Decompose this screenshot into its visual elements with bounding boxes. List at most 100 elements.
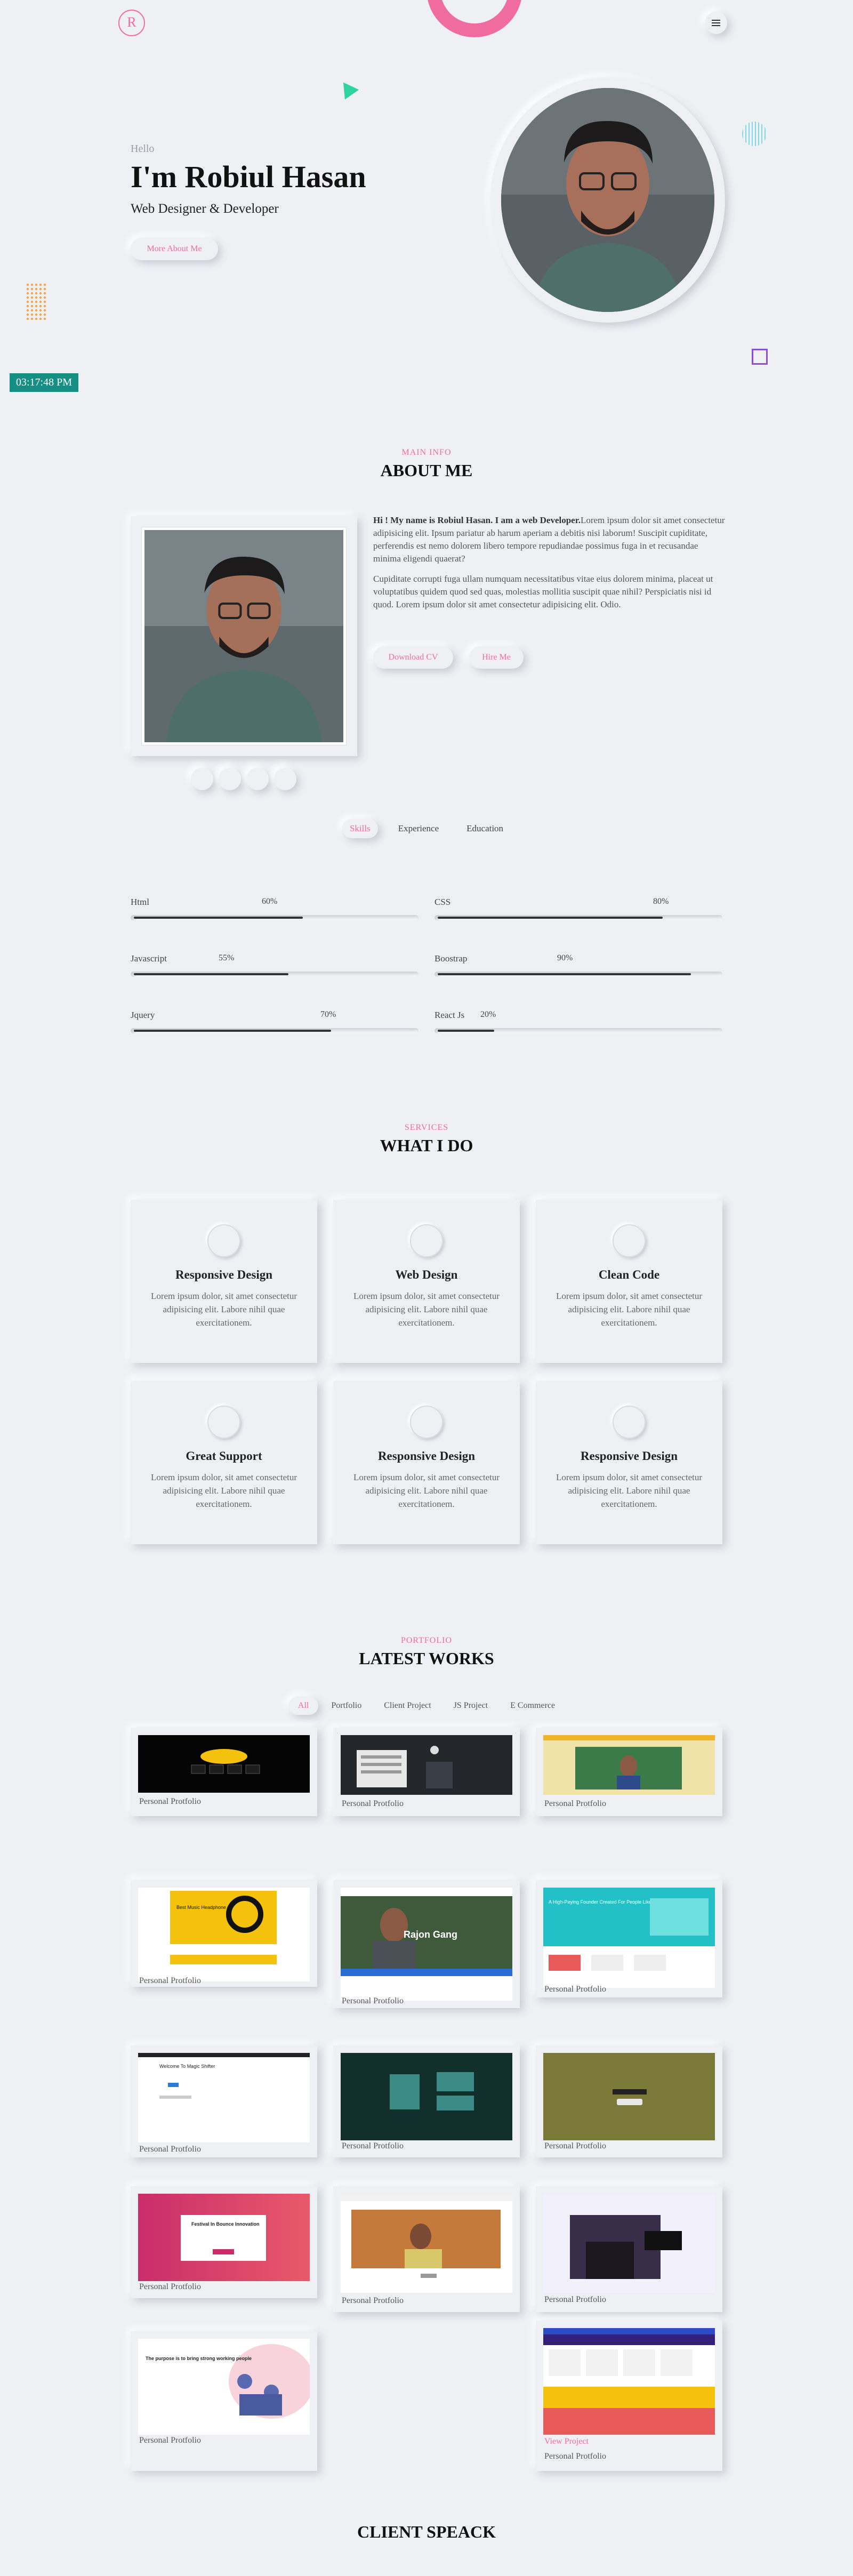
portfolio-caption: Personal Protfolio [544,2141,606,2150]
skill-bar [434,972,722,977]
site-logo[interactable]: R [118,10,145,36]
portfolio-thumbnail [341,1735,512,1795]
hero-name: I'm Robiul Hasan [131,159,366,194]
about-text: Hi ! My name is Robiul Hasan. I am a web… [373,514,725,619]
portfolio-thumbnail: A High-Paying Founder Created For People… [543,1888,715,1988]
portfolio-thumbnail: Welcome To Magic Shifter [138,2053,310,2142]
service-icon [613,1406,646,1439]
portfolio-thumbnail: Festival In Bounce Innovation [138,2194,310,2281]
service-text: Lorem ipsum dolor, sit amet consectetur … [556,1472,703,1509]
skill-percent: 55% [219,953,235,962]
rajon-gang-heading: Rajon Gang [404,1929,457,1940]
clock-badge: 03:17:48 PM [10,373,79,392]
skill-bar-fill [438,973,691,975]
skill-bar-fill [438,917,663,919]
skill-item: Jquery 70% [131,1010,419,1033]
facebook-icon[interactable] [191,768,213,790]
founder-heading: A High-Paying Founder Created For People… [549,1899,661,1905]
filter-client-project[interactable]: Client Project [374,1697,440,1715]
portfolio-title: LATEST WORKS [359,1649,494,1668]
download-cv-button[interactable]: Download CV [373,646,453,669]
hire-me-button[interactable]: Hire Me [469,646,524,669]
portfolio-caption: Personal Protfolio [342,2296,404,2305]
tab-education[interactable]: Education [459,819,511,838]
skill-item: React Js 20% [434,1010,722,1033]
skill-bar [131,1028,419,1033]
hero-greeting: Hello [131,143,155,155]
portfolio-card[interactable]: Personal Protfolio [333,2045,520,2157]
skill-bar-fill [134,917,303,919]
menu-button[interactable] [705,12,727,34]
view-project-link[interactable]: View Project [544,2437,589,2446]
service-icon [207,1224,240,1257]
more-about-me-button[interactable]: More About Me [131,238,218,260]
portfolio-card[interactable]: The purpose is to bring strong working p… [131,2331,317,2471]
portfolio-thumbnail [341,2053,512,2140]
skill-bar [131,915,419,920]
service-text: Lorem ipsum dolor, sit amet consectetur … [353,1472,500,1509]
portfolio-thumbnail [341,2194,512,2293]
filter-js-project[interactable]: JS Project [444,1697,497,1715]
skill-name: Html [131,897,149,907]
portfolio-card[interactable]: Personal Protfolio [333,2186,520,2312]
filter-all[interactable]: All [288,1697,319,1715]
decorative-striped-circle [742,122,767,146]
about-intro-bold: Hi ! My name is Robiul Hasan. I am a web… [373,515,581,525]
portfolio-card[interactable]: A High-Paying Founder Created For People… [536,1880,722,1997]
filter-e-commerce[interactable]: E Commerce [501,1697,565,1715]
services-subtitle: SERVICES [404,1123,449,1132]
portfolio-card[interactable]: Rajon Gang Personal Protfolio [333,1880,520,2008]
service-text: Lorem ipsum dolor, sit amet consectetur … [150,1291,297,1328]
portfolio-caption: Personal Protfolio [544,1799,606,1808]
service-card: Great Support Lorem ipsum dolor, sit amet… [131,1381,317,1544]
portfolio-caption: Personal Protfolio [544,2452,606,2461]
portfolio-card[interactable]: Best Music Headphone Personal Protfolio [131,1880,317,1987]
twitter-icon[interactable] [219,768,241,790]
service-icon [613,1224,646,1257]
tab-experience[interactable]: Experience [391,819,446,838]
portfolio-caption: Personal Protfolio [544,2295,606,2304]
portfolio-card[interactable]: Welcome To Magic Shifter Personal Protfo… [131,2045,317,2157]
portfolio-card[interactable]: Personal Protfolio [333,1728,520,1816]
decorative-ring [426,0,522,37]
decorative-square [752,349,768,365]
portfolio-card[interactable]: Personal Protfolio [131,1728,317,1816]
skill-percent: 70% [320,1010,336,1019]
tab-skills[interactable]: Skills [342,819,378,838]
festival-heading: Festival In Bounce Innovation [191,2221,260,2227]
service-title: Clean Code [598,1268,660,1281]
about-paragraph: Cupiditate corrupti fuga ullam numquam n… [373,574,713,609]
portfolio-subtitle: PORTFOLIO [400,1636,453,1645]
decorative-dots [26,283,47,320]
portfolio-card[interactable]: Personal Protfolio [536,2045,722,2157]
portfolio-thumbnail [138,1735,310,1793]
portfolio-caption: Personal Protfolio [139,2436,201,2445]
skill-bar-fill [438,1030,494,1032]
service-card: Responsive Design Lorem ipsum dolor, sit … [131,1200,317,1363]
portfolio-card[interactable]: Festival In Bounce Innovation Personal P… [131,2186,317,2298]
portfolio-thumbnail [543,2053,715,2140]
service-text: Lorem ipsum dolor, sit amet consectetur … [353,1291,500,1328]
filter-portfolio[interactable]: Portfolio [321,1697,371,1715]
portfolio-caption: Personal Protfolio [139,2145,201,2154]
skill-bar [131,972,419,977]
about-subtitle: MAIN INFO [401,448,452,457]
linkedin-icon[interactable] [246,768,269,790]
github-icon[interactable] [274,768,296,790]
portfolio-caption: Personal Protfolio [139,1976,201,1985]
portfolio-card[interactable]: Personal Protfolio [536,2186,722,2312]
skill-percent: 60% [262,897,278,906]
portfolio-card[interactable]: View Project Personal Protfolio [536,2321,722,2471]
service-card: Web Design Lorem ipsum dolor, sit amet co… [333,1200,520,1363]
service-title: Web Design [395,1268,458,1281]
skill-percent: 80% [653,897,669,906]
service-card: Responsive Design Lorem ipsum dolor, sit … [536,1381,722,1544]
about-photo [144,530,343,742]
skill-bar-fill [134,973,288,975]
portfolio-card[interactable]: Personal Protfolio [536,1728,722,1816]
skill-name: React Js [434,1010,465,1020]
service-icon [207,1406,240,1439]
portfolio-thumbnail [543,2194,715,2293]
service-title: Responsive Design [377,1449,476,1463]
hero-photo-frame [490,77,725,323]
